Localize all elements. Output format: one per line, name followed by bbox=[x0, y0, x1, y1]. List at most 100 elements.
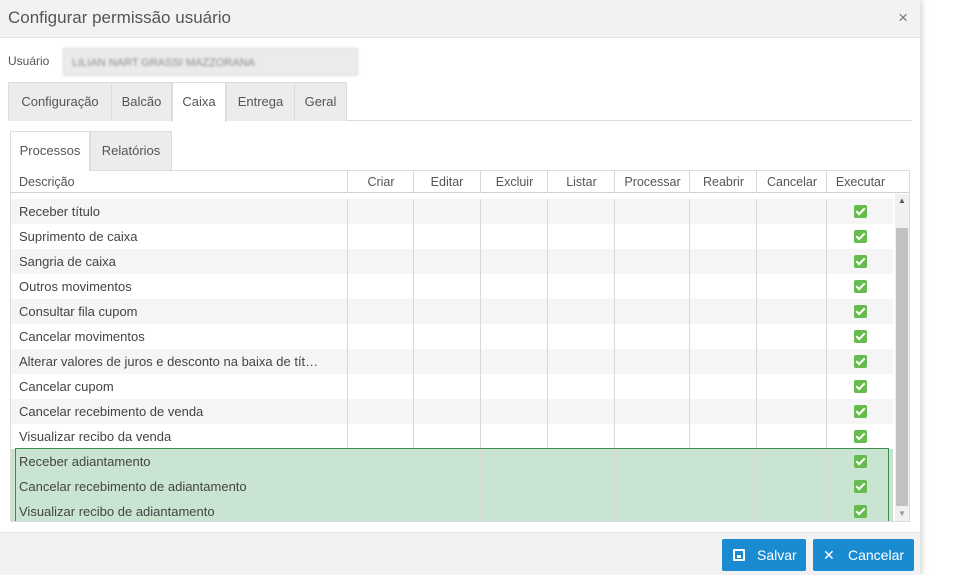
checkbox-checked-icon[interactable] bbox=[854, 305, 867, 318]
permission-cell[interactable] bbox=[480, 224, 548, 249]
permission-cell[interactable] bbox=[413, 249, 480, 274]
permission-cell[interactable] bbox=[413, 424, 480, 449]
permission-cell[interactable] bbox=[413, 399, 480, 424]
permission-cell[interactable] bbox=[413, 274, 480, 299]
checkbox-checked-icon[interactable] bbox=[854, 505, 867, 518]
permission-cell[interactable] bbox=[826, 374, 893, 399]
permission-cell[interactable] bbox=[547, 199, 615, 224]
checkbox-checked-icon[interactable] bbox=[854, 230, 867, 243]
tab-configuracao[interactable]: Configuração bbox=[8, 82, 112, 121]
permission-cell[interactable] bbox=[413, 449, 480, 474]
permission-cell[interactable] bbox=[756, 449, 827, 474]
permission-cell[interactable] bbox=[826, 474, 893, 499]
scroll-thumb[interactable] bbox=[896, 228, 908, 506]
permission-cell[interactable] bbox=[480, 474, 548, 499]
permission-cell[interactable] bbox=[689, 324, 757, 349]
permission-cell[interactable] bbox=[347, 274, 414, 299]
table-row[interactable]: Visualizar recibo da venda bbox=[11, 424, 893, 449]
permission-cell[interactable] bbox=[480, 499, 548, 521]
permission-cell[interactable] bbox=[547, 274, 615, 299]
checkbox-checked-icon[interactable] bbox=[854, 280, 867, 293]
permission-cell[interactable] bbox=[756, 499, 827, 521]
permission-cell[interactable] bbox=[689, 249, 757, 274]
permission-cell[interactable] bbox=[756, 474, 827, 499]
checkbox-checked-icon[interactable] bbox=[854, 380, 867, 393]
table-row[interactable]: Alterar valores de juros e desconto na b… bbox=[11, 349, 893, 374]
permission-cell[interactable] bbox=[547, 299, 615, 324]
scroll-up-icon[interactable]: ▲ bbox=[895, 194, 909, 208]
permission-cell[interactable] bbox=[480, 399, 548, 424]
permission-cell[interactable] bbox=[413, 349, 480, 374]
checkbox-checked-icon[interactable] bbox=[854, 430, 867, 443]
tab-balcao[interactable]: Balcão bbox=[111, 82, 172, 121]
table-row[interactable]: Outros movimentos bbox=[11, 274, 893, 299]
checkbox-checked-icon[interactable] bbox=[854, 405, 867, 418]
tab-entrega[interactable]: Entrega bbox=[226, 82, 295, 121]
permission-cell[interactable] bbox=[547, 474, 615, 499]
permission-cell[interactable] bbox=[480, 449, 548, 474]
scroll-down-icon[interactable]: ▼ bbox=[895, 507, 909, 521]
col-cancelar[interactable]: Cancelar bbox=[756, 171, 827, 193]
user-field[interactable]: LILIAN NART GRASSI MAZZORANA bbox=[63, 48, 358, 76]
permission-cell[interactable] bbox=[347, 349, 414, 374]
vertical-scrollbar[interactable]: ▲ ▼ bbox=[895, 194, 909, 521]
permission-cell[interactable] bbox=[614, 474, 690, 499]
permission-cell[interactable] bbox=[547, 374, 615, 399]
permission-cell[interactable] bbox=[614, 274, 690, 299]
permission-cell[interactable] bbox=[689, 399, 757, 424]
table-row[interactable]: Cancelar movimentos bbox=[11, 324, 893, 349]
permission-cell[interactable] bbox=[547, 349, 615, 374]
table-row[interactable]: Visualizar recibo de adiantamento bbox=[11, 499, 893, 521]
permission-cell[interactable] bbox=[826, 224, 893, 249]
permission-cell[interactable] bbox=[826, 424, 893, 449]
checkbox-checked-icon[interactable] bbox=[854, 480, 867, 493]
permission-cell[interactable] bbox=[689, 424, 757, 449]
permission-cell[interactable] bbox=[480, 274, 548, 299]
permission-cell[interactable] bbox=[756, 274, 827, 299]
checkbox-checked-icon[interactable] bbox=[854, 255, 867, 268]
permission-cell[interactable] bbox=[689, 349, 757, 374]
permission-cell[interactable] bbox=[347, 449, 414, 474]
permission-cell[interactable] bbox=[614, 324, 690, 349]
permission-cell[interactable] bbox=[413, 299, 480, 324]
permission-cell[interactable] bbox=[756, 249, 827, 274]
table-row[interactable]: Cancelar cupom bbox=[11, 374, 893, 399]
permission-cell[interactable] bbox=[547, 449, 615, 474]
permission-cell[interactable] bbox=[413, 474, 480, 499]
checkbox-checked-icon[interactable] bbox=[854, 330, 867, 343]
permission-cell[interactable] bbox=[547, 324, 615, 349]
permission-cell[interactable] bbox=[547, 399, 615, 424]
permission-cell[interactable] bbox=[689, 499, 757, 521]
permission-cell[interactable] bbox=[480, 199, 548, 224]
permission-cell[interactable] bbox=[480, 324, 548, 349]
tab-geral[interactable]: Geral bbox=[294, 82, 347, 121]
col-executar[interactable]: Executar bbox=[826, 171, 894, 193]
permission-cell[interactable] bbox=[480, 374, 548, 399]
col-excluir[interactable]: Excluir bbox=[480, 171, 548, 193]
permission-cell[interactable] bbox=[826, 349, 893, 374]
close-icon[interactable]: × bbox=[898, 8, 908, 28]
permission-cell[interactable] bbox=[347, 324, 414, 349]
permission-cell[interactable] bbox=[826, 499, 893, 521]
permission-cell[interactable] bbox=[347, 299, 414, 324]
permission-cell[interactable] bbox=[689, 274, 757, 299]
permission-cell[interactable] bbox=[413, 199, 480, 224]
permission-cell[interactable] bbox=[756, 424, 827, 449]
permission-cell[interactable] bbox=[347, 474, 414, 499]
table-row[interactable]: Receber adiantamento bbox=[11, 449, 893, 474]
checkbox-checked-icon[interactable] bbox=[854, 355, 867, 368]
permission-cell[interactable] bbox=[614, 249, 690, 274]
permission-cell[interactable] bbox=[826, 324, 893, 349]
permission-cell[interactable] bbox=[413, 374, 480, 399]
permission-cell[interactable] bbox=[547, 499, 615, 521]
permission-cell[interactable] bbox=[826, 199, 893, 224]
permission-cell[interactable] bbox=[689, 199, 757, 224]
permission-cell[interactable] bbox=[614, 499, 690, 521]
permission-cell[interactable] bbox=[347, 424, 414, 449]
col-listar[interactable]: Listar bbox=[547, 171, 615, 193]
permission-cell[interactable] bbox=[547, 249, 615, 274]
permission-cell[interactable] bbox=[614, 224, 690, 249]
permission-cell[interactable] bbox=[826, 399, 893, 424]
permission-cell[interactable] bbox=[689, 474, 757, 499]
permission-cell[interactable] bbox=[756, 349, 827, 374]
